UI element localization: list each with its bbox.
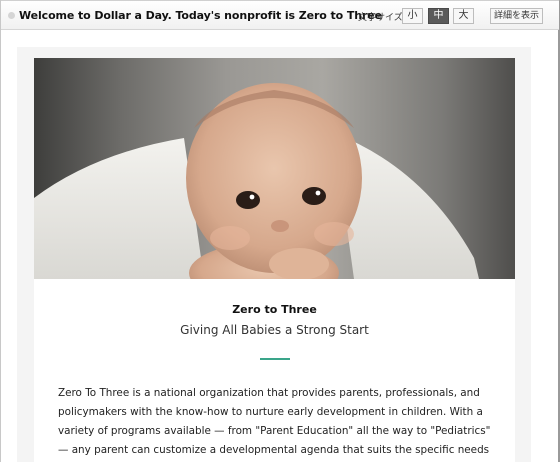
font-size-large-button[interactable]: 大: [453, 8, 474, 24]
hero-image: [34, 58, 515, 279]
organization-name: Zero to Three: [232, 303, 317, 316]
font-size-small-button[interactable]: 小: [402, 8, 423, 24]
baby-photo-illustration: [34, 83, 479, 279]
top-bar: Welcome to Dollar a Day. Today's nonprof…: [1, 0, 559, 30]
organization-tagline: Giving All Babies a Strong Start: [180, 323, 369, 337]
show-details-button[interactable]: 詳細を表示: [490, 8, 543, 24]
font-size-label: 文字サイズ:: [358, 13, 406, 23]
accent-divider: [260, 358, 290, 360]
article-card: Zero to Three Giving All Babies a Strong…: [34, 58, 515, 462]
header-title: Welcome to Dollar a Day. Today's nonprof…: [19, 9, 383, 22]
organization-description: Zero To Three is a national organization…: [58, 387, 491, 456]
bullet-icon: [8, 12, 15, 19]
font-size-medium-button[interactable]: 中: [428, 8, 449, 24]
